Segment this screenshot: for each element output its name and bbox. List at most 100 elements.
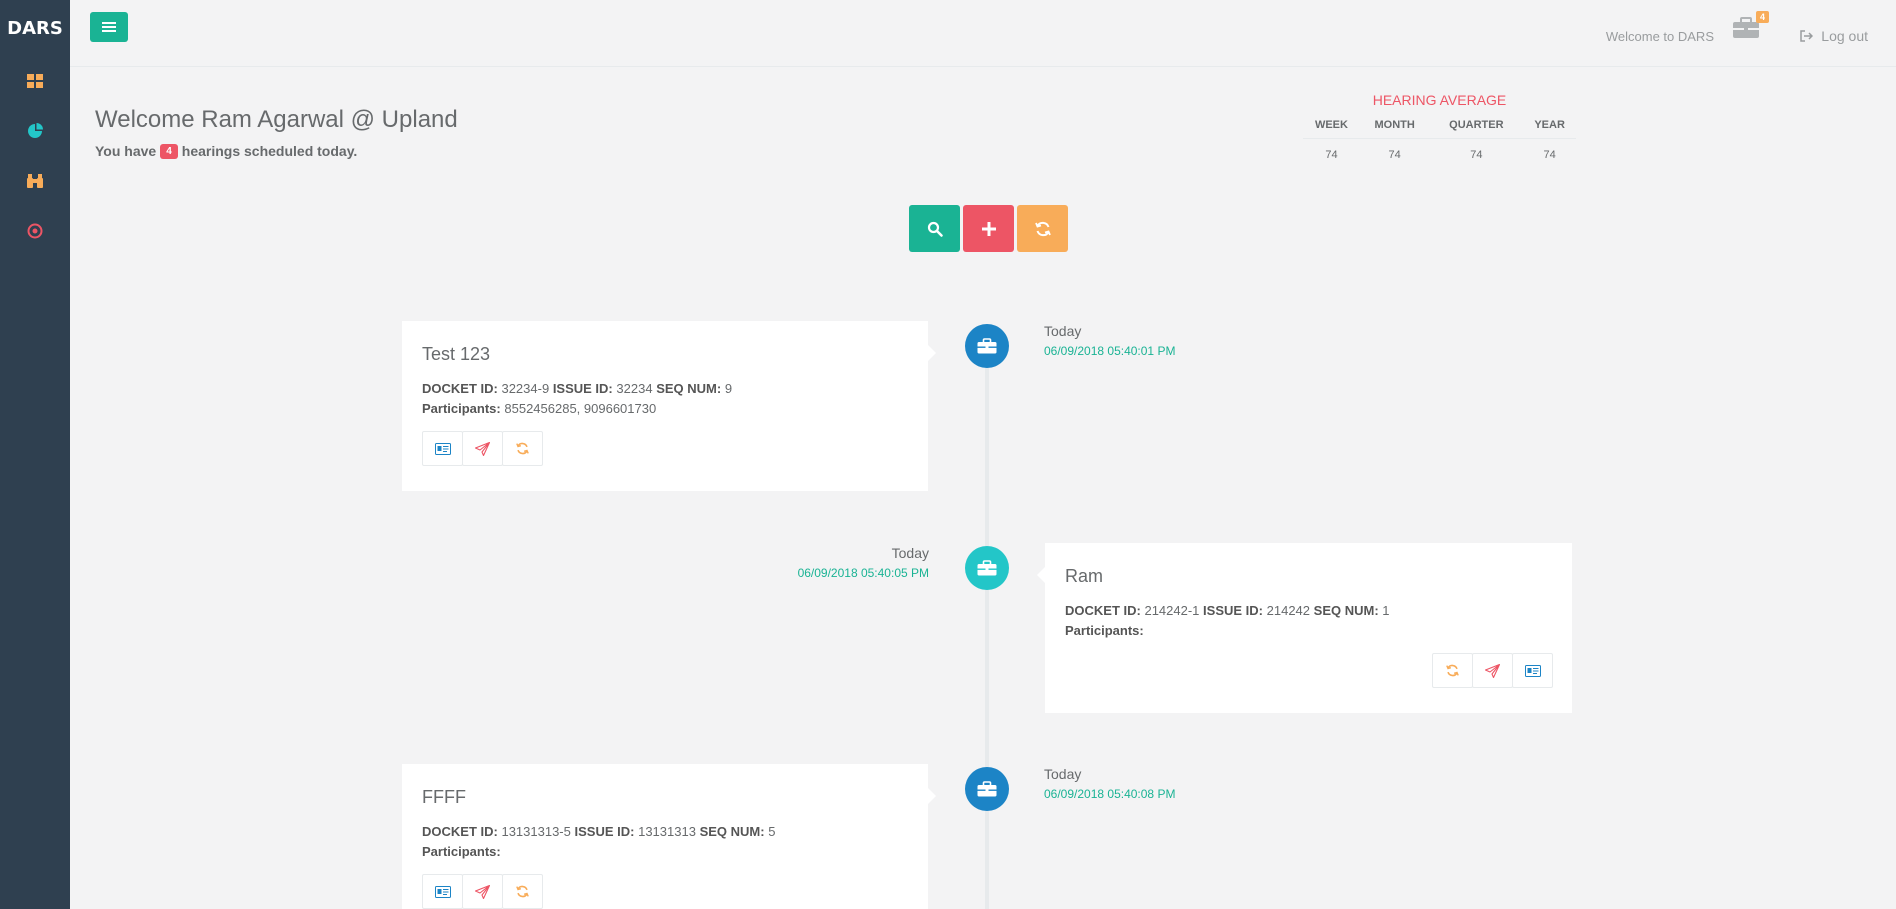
timeline-date: Today 06/09/2018 05:40:01 PM xyxy=(1044,323,1175,358)
timeline-marker xyxy=(965,767,1009,811)
sidebar: DARS xyxy=(0,0,70,909)
hearing-details: DOCKET ID: 13131313-5 ISSUE ID: 13131313… xyxy=(422,822,908,862)
date-time: 06/09/2018 05:40:05 PM xyxy=(797,566,929,580)
hearing-average-title: HEARING AVERAGE xyxy=(1372,92,1507,108)
seq-label: SEQ NUM: xyxy=(1313,603,1379,618)
dashboard-grid-icon xyxy=(27,74,43,88)
value-week: 74 xyxy=(1325,149,1338,162)
briefcase-icon xyxy=(977,560,997,576)
refresh-icon xyxy=(1034,221,1051,236)
header-quarter: QUARTER xyxy=(1429,112,1524,139)
timeline-card: Ram DOCKET ID: 214242-1 ISSUE ID: 214242… xyxy=(1037,543,1572,713)
id-card-icon xyxy=(434,885,451,898)
binoculars-icon xyxy=(27,174,43,188)
plus-icon xyxy=(981,221,996,236)
issue-label: ISSUE ID: xyxy=(552,381,613,396)
refresh-icon xyxy=(516,885,529,898)
timeline-date: Today 06/09/2018 05:40:05 PM xyxy=(760,545,929,580)
participants-label: Participants: xyxy=(422,844,501,859)
issue-label: ISSUE ID: xyxy=(574,824,635,839)
refresh-hearing-button[interactable] xyxy=(502,874,543,909)
value-month: 74 xyxy=(1388,149,1401,162)
issue-id: 13131313 xyxy=(638,824,696,839)
seq-num: 1 xyxy=(1382,603,1390,618)
header-year: YEAR xyxy=(1523,112,1576,139)
summary-prefix: You have xyxy=(95,143,157,159)
card-actions xyxy=(422,874,908,909)
docket-id: 32234-9 xyxy=(501,381,550,396)
brand-logo[interactable]: DARS xyxy=(0,0,70,56)
participants: 8552456285, 9096601730 xyxy=(504,401,657,416)
date-label: Today xyxy=(1044,323,1082,339)
id-card-icon xyxy=(434,442,451,455)
pie-chart-icon xyxy=(28,123,43,138)
card-arrow xyxy=(928,788,936,804)
timeline-card: Test 123 DOCKET ID: 32234-9 ISSUE ID: 32… xyxy=(402,321,936,491)
view-details-button[interactable] xyxy=(422,874,463,909)
date-label: Today xyxy=(1044,766,1082,782)
issue-label: ISSUE ID: xyxy=(1203,603,1264,618)
timeline-card: FFFF DOCKET ID: 13131313-5 ISSUE ID: 131… xyxy=(402,764,936,909)
nav-dashboard[interactable] xyxy=(0,56,70,106)
value-year: 74 xyxy=(1543,149,1556,162)
nav-search[interactable] xyxy=(0,156,70,206)
timeline-line xyxy=(985,345,989,909)
search-icon xyxy=(927,221,943,237)
send-button[interactable] xyxy=(462,874,503,909)
hearing-average-panel: HEARING AVERAGE WEEK MONTH QUARTER YEAR … xyxy=(1303,92,1576,172)
menu-toggle-button[interactable] xyxy=(90,12,128,42)
add-button[interactable] xyxy=(963,205,1014,252)
docket-label: DOCKET ID: xyxy=(1065,603,1141,618)
issue-id: 32234 xyxy=(616,381,653,396)
date-time: 06/09/2018 05:40:08 PM xyxy=(1044,787,1176,801)
date-time: 06/09/2018 05:40:01 PM xyxy=(1044,344,1176,358)
id-card-icon xyxy=(1524,664,1541,677)
docket-label: DOCKET ID: xyxy=(422,824,498,839)
hearing-title: FFFF xyxy=(422,787,466,807)
search-button[interactable] xyxy=(909,205,960,252)
top-navbar: Welcome to DARS 4 Log out xyxy=(70,0,1896,67)
seq-label: SEQ NUM: xyxy=(656,381,722,396)
docket-id: 214242-1 xyxy=(1144,603,1200,618)
view-details-button[interactable] xyxy=(1512,653,1553,688)
header-week: WEEK xyxy=(1303,112,1360,139)
view-details-button[interactable] xyxy=(422,431,463,466)
paper-plane-icon xyxy=(475,884,490,899)
hamburger-icon xyxy=(102,22,116,32)
sign-out-icon xyxy=(1800,30,1814,42)
nav-targets[interactable] xyxy=(0,206,70,256)
timeline-date: Today 06/09/2018 05:40:08 PM xyxy=(1044,766,1175,801)
paper-plane-icon xyxy=(1485,663,1500,678)
notification-count-badge: 4 xyxy=(1755,11,1769,23)
send-button[interactable] xyxy=(1472,653,1513,688)
seq-num: 9 xyxy=(724,381,733,396)
participants-label: Participants: xyxy=(1065,623,1144,638)
seq-label: SEQ NUM: xyxy=(699,824,765,839)
timeline-marker xyxy=(965,324,1009,368)
card-arrow xyxy=(928,345,936,361)
hearing-average-table: WEEK MONTH QUARTER YEAR 74 74 74 74 xyxy=(1303,112,1576,172)
refresh-hearing-button[interactable] xyxy=(502,431,543,466)
notifications-button[interactable]: 4 xyxy=(1732,11,1769,45)
nav-reports[interactable] xyxy=(0,106,70,156)
hearing-details: DOCKET ID: 214242-1 ISSUE ID: 214242 SEQ… xyxy=(1065,601,1552,641)
refresh-icon xyxy=(516,442,529,455)
refresh-button[interactable] xyxy=(1017,205,1068,252)
hearings-summary: You have 4 hearings scheduled today. xyxy=(95,143,357,159)
docket-label: DOCKET ID: xyxy=(422,381,498,396)
send-button[interactable] xyxy=(462,431,503,466)
action-buttons xyxy=(909,205,1068,252)
timeline-marker xyxy=(965,546,1009,590)
hearing-count-badge: 4 xyxy=(160,143,178,159)
logout-label: Log out xyxy=(1821,28,1868,44)
refresh-hearing-button[interactable] xyxy=(1432,653,1473,688)
docket-id: 13131313-5 xyxy=(501,824,571,839)
briefcase-icon xyxy=(977,781,997,797)
value-quarter: 74 xyxy=(1470,149,1483,162)
welcome-message: Welcome to DARS xyxy=(1605,29,1714,44)
logout-link[interactable]: Log out xyxy=(1800,28,1868,44)
hearing-title: Test 123 xyxy=(422,344,491,364)
header-month: MONTH xyxy=(1359,112,1430,139)
seq-num: 5 xyxy=(768,824,776,839)
paper-plane-icon xyxy=(475,441,490,456)
